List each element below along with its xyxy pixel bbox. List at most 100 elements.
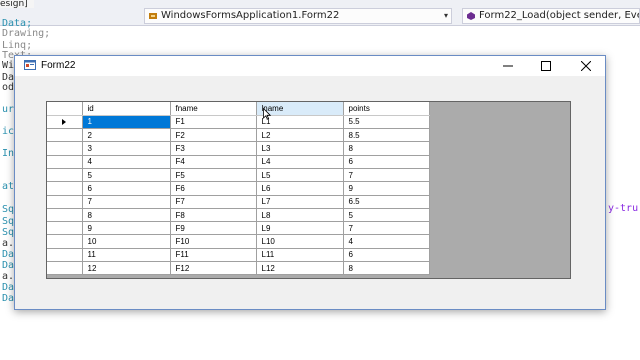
cell-points[interactable]: 6	[343, 155, 430, 169]
data-grid[interactable]: id fname lname points 1 F1 L1 5.5 2 F2 L2 8.5 3 F…	[46, 101, 571, 279]
row-header[interactable]	[47, 261, 83, 276]
cell-lname[interactable]: L2	[256, 128, 344, 143]
cell-fname[interactable]: F5	[170, 168, 257, 183]
cell-points[interactable]: 5.5	[343, 115, 430, 130]
code-line: ic	[2, 126, 15, 137]
maximize-icon	[541, 61, 551, 71]
form-window: Form22 id fname lname points 1 F1 L1 5.5 2 F2…	[14, 55, 606, 310]
current-row-arrow-icon	[62, 119, 67, 126]
cell-id[interactable]: 3	[82, 141, 171, 156]
cell-lname[interactable]: L7	[256, 195, 344, 209]
method-combo[interactable]: Form22_Load(object sender, Event	[462, 8, 640, 24]
title-bar[interactable]: Form22	[15, 56, 605, 76]
grid-table: id fname lname points 1 F1 L1 5.5 2 F2 L2 8.5 3 F…	[47, 102, 430, 276]
cell-id[interactable]: 1	[82, 115, 171, 130]
cell-lname[interactable]: L9	[256, 221, 344, 236]
cell-fname[interactable]: F3	[170, 141, 257, 156]
cell-lname[interactable]: L12	[256, 261, 344, 276]
cell-fname[interactable]: F11	[170, 248, 257, 263]
cell-fname[interactable]: F9	[170, 221, 257, 236]
mouse-cursor-icon	[263, 108, 271, 120]
cell-lname[interactable]: L8	[256, 208, 344, 223]
class-combo[interactable]: WindowsFormsApplication1.Form22 ▾	[144, 8, 452, 24]
cell-lname[interactable]: L6	[256, 181, 344, 196]
minimize-icon	[503, 65, 513, 67]
cell-lname[interactable]: L10	[256, 234, 344, 249]
cell-fname[interactable]: F10	[170, 234, 257, 249]
row-header[interactable]	[47, 128, 83, 143]
cell-points[interactable]: 8	[343, 141, 430, 156]
cell-fname[interactable]: F12	[170, 261, 257, 276]
row-header[interactable]	[47, 181, 83, 196]
method-combo-label: Form22_Load(object sender, Event	[479, 10, 640, 21]
cell-id[interactable]: 5	[82, 168, 171, 183]
cell-id[interactable]: 6	[82, 181, 171, 196]
corner-header[interactable]	[47, 102, 83, 116]
cell-points[interactable]: 6	[343, 248, 430, 263]
chevron-down-icon[interactable]: ▾	[444, 9, 448, 23]
cell-points[interactable]: 8.5	[343, 128, 430, 143]
cell-id[interactable]: 9	[82, 221, 171, 236]
table-row[interactable]: 2 F2 L2 8.5	[47, 128, 430, 143]
row-header[interactable]	[47, 221, 83, 236]
cell-fname[interactable]: F1	[170, 115, 257, 130]
cell-id[interactable]: 10	[82, 234, 171, 249]
cell-lname[interactable]: L11	[256, 248, 344, 263]
table-row[interactable]: 11 F11 L11 6	[47, 248, 430, 263]
form-icon	[24, 60, 36, 70]
cell-points[interactable]: 7	[343, 168, 430, 183]
vs-doc-tab[interactable]: esign]	[0, 0, 34, 9]
cell-fname[interactable]: F8	[170, 208, 257, 223]
close-button[interactable]	[566, 56, 606, 76]
method-icon	[467, 12, 475, 20]
row-header[interactable]	[47, 208, 83, 223]
cell-points[interactable]: 9	[343, 181, 430, 196]
row-header[interactable]	[47, 234, 83, 249]
cell-points[interactable]: 6.5	[343, 195, 430, 209]
cell-points[interactable]: 8	[343, 261, 430, 276]
table-row[interactable]: 1 F1 L1 5.5	[47, 115, 430, 130]
cell-id[interactable]: 4	[82, 155, 171, 169]
table-row[interactable]: 12 F12 L12 8	[47, 261, 430, 276]
cell-id[interactable]: 2	[82, 128, 171, 143]
cell-lname[interactable]: L5	[256, 168, 344, 183]
cell-points[interactable]: 7	[343, 221, 430, 236]
column-header-points[interactable]: points	[343, 102, 430, 116]
column-header-id[interactable]: id	[82, 102, 171, 116]
table-row[interactable]: 8 F8 L8 5	[47, 208, 430, 223]
table-row[interactable]: 9 F9 L9 7	[47, 221, 430, 236]
table-row[interactable]: 10 F10 L10 4	[47, 234, 430, 249]
cell-points[interactable]: 4	[343, 234, 430, 249]
table-row[interactable]: 5 F5 L5 7	[47, 168, 430, 183]
table-row[interactable]: 3 F3 L3 8	[47, 141, 430, 156]
cell-id[interactable]: 11	[82, 248, 171, 263]
window-title: Form22	[41, 60, 76, 71]
table-row[interactable]: 6 F6 L6 9	[47, 181, 430, 196]
header-row: id fname lname points	[47, 102, 430, 116]
column-header-fname[interactable]: fname	[170, 102, 257, 116]
row-header[interactable]	[47, 155, 83, 169]
cell-id[interactable]: 12	[82, 261, 171, 276]
code-line: Wi	[2, 60, 15, 71]
row-header[interactable]	[47, 248, 83, 263]
maximize-button[interactable]	[526, 56, 566, 76]
table-row[interactable]: 4 F4 L4 6	[47, 155, 430, 169]
cell-lname[interactable]: L3	[256, 141, 344, 156]
cell-fname[interactable]: F4	[170, 155, 257, 169]
cell-fname[interactable]: F7	[170, 195, 257, 209]
code-line: Drawing;	[2, 28, 51, 39]
row-header[interactable]	[47, 195, 83, 209]
row-header[interactable]	[47, 115, 83, 130]
table-row[interactable]: 7 F7 L7 6.5	[47, 195, 430, 209]
row-header[interactable]	[47, 168, 83, 183]
cell-points[interactable]: 5	[343, 208, 430, 223]
row-header[interactable]	[47, 141, 83, 156]
cell-id[interactable]: 8	[82, 208, 171, 223]
vs-toolbar: esign] WindowsFormsApplication1.Form22 ▾…	[0, 0, 640, 26]
close-icon	[580, 60, 592, 72]
cell-fname[interactable]: F6	[170, 181, 257, 196]
cell-fname[interactable]: F2	[170, 128, 257, 143]
cell-lname[interactable]: L4	[256, 155, 344, 169]
minimize-button[interactable]	[488, 56, 528, 76]
cell-id[interactable]: 7	[82, 195, 171, 209]
